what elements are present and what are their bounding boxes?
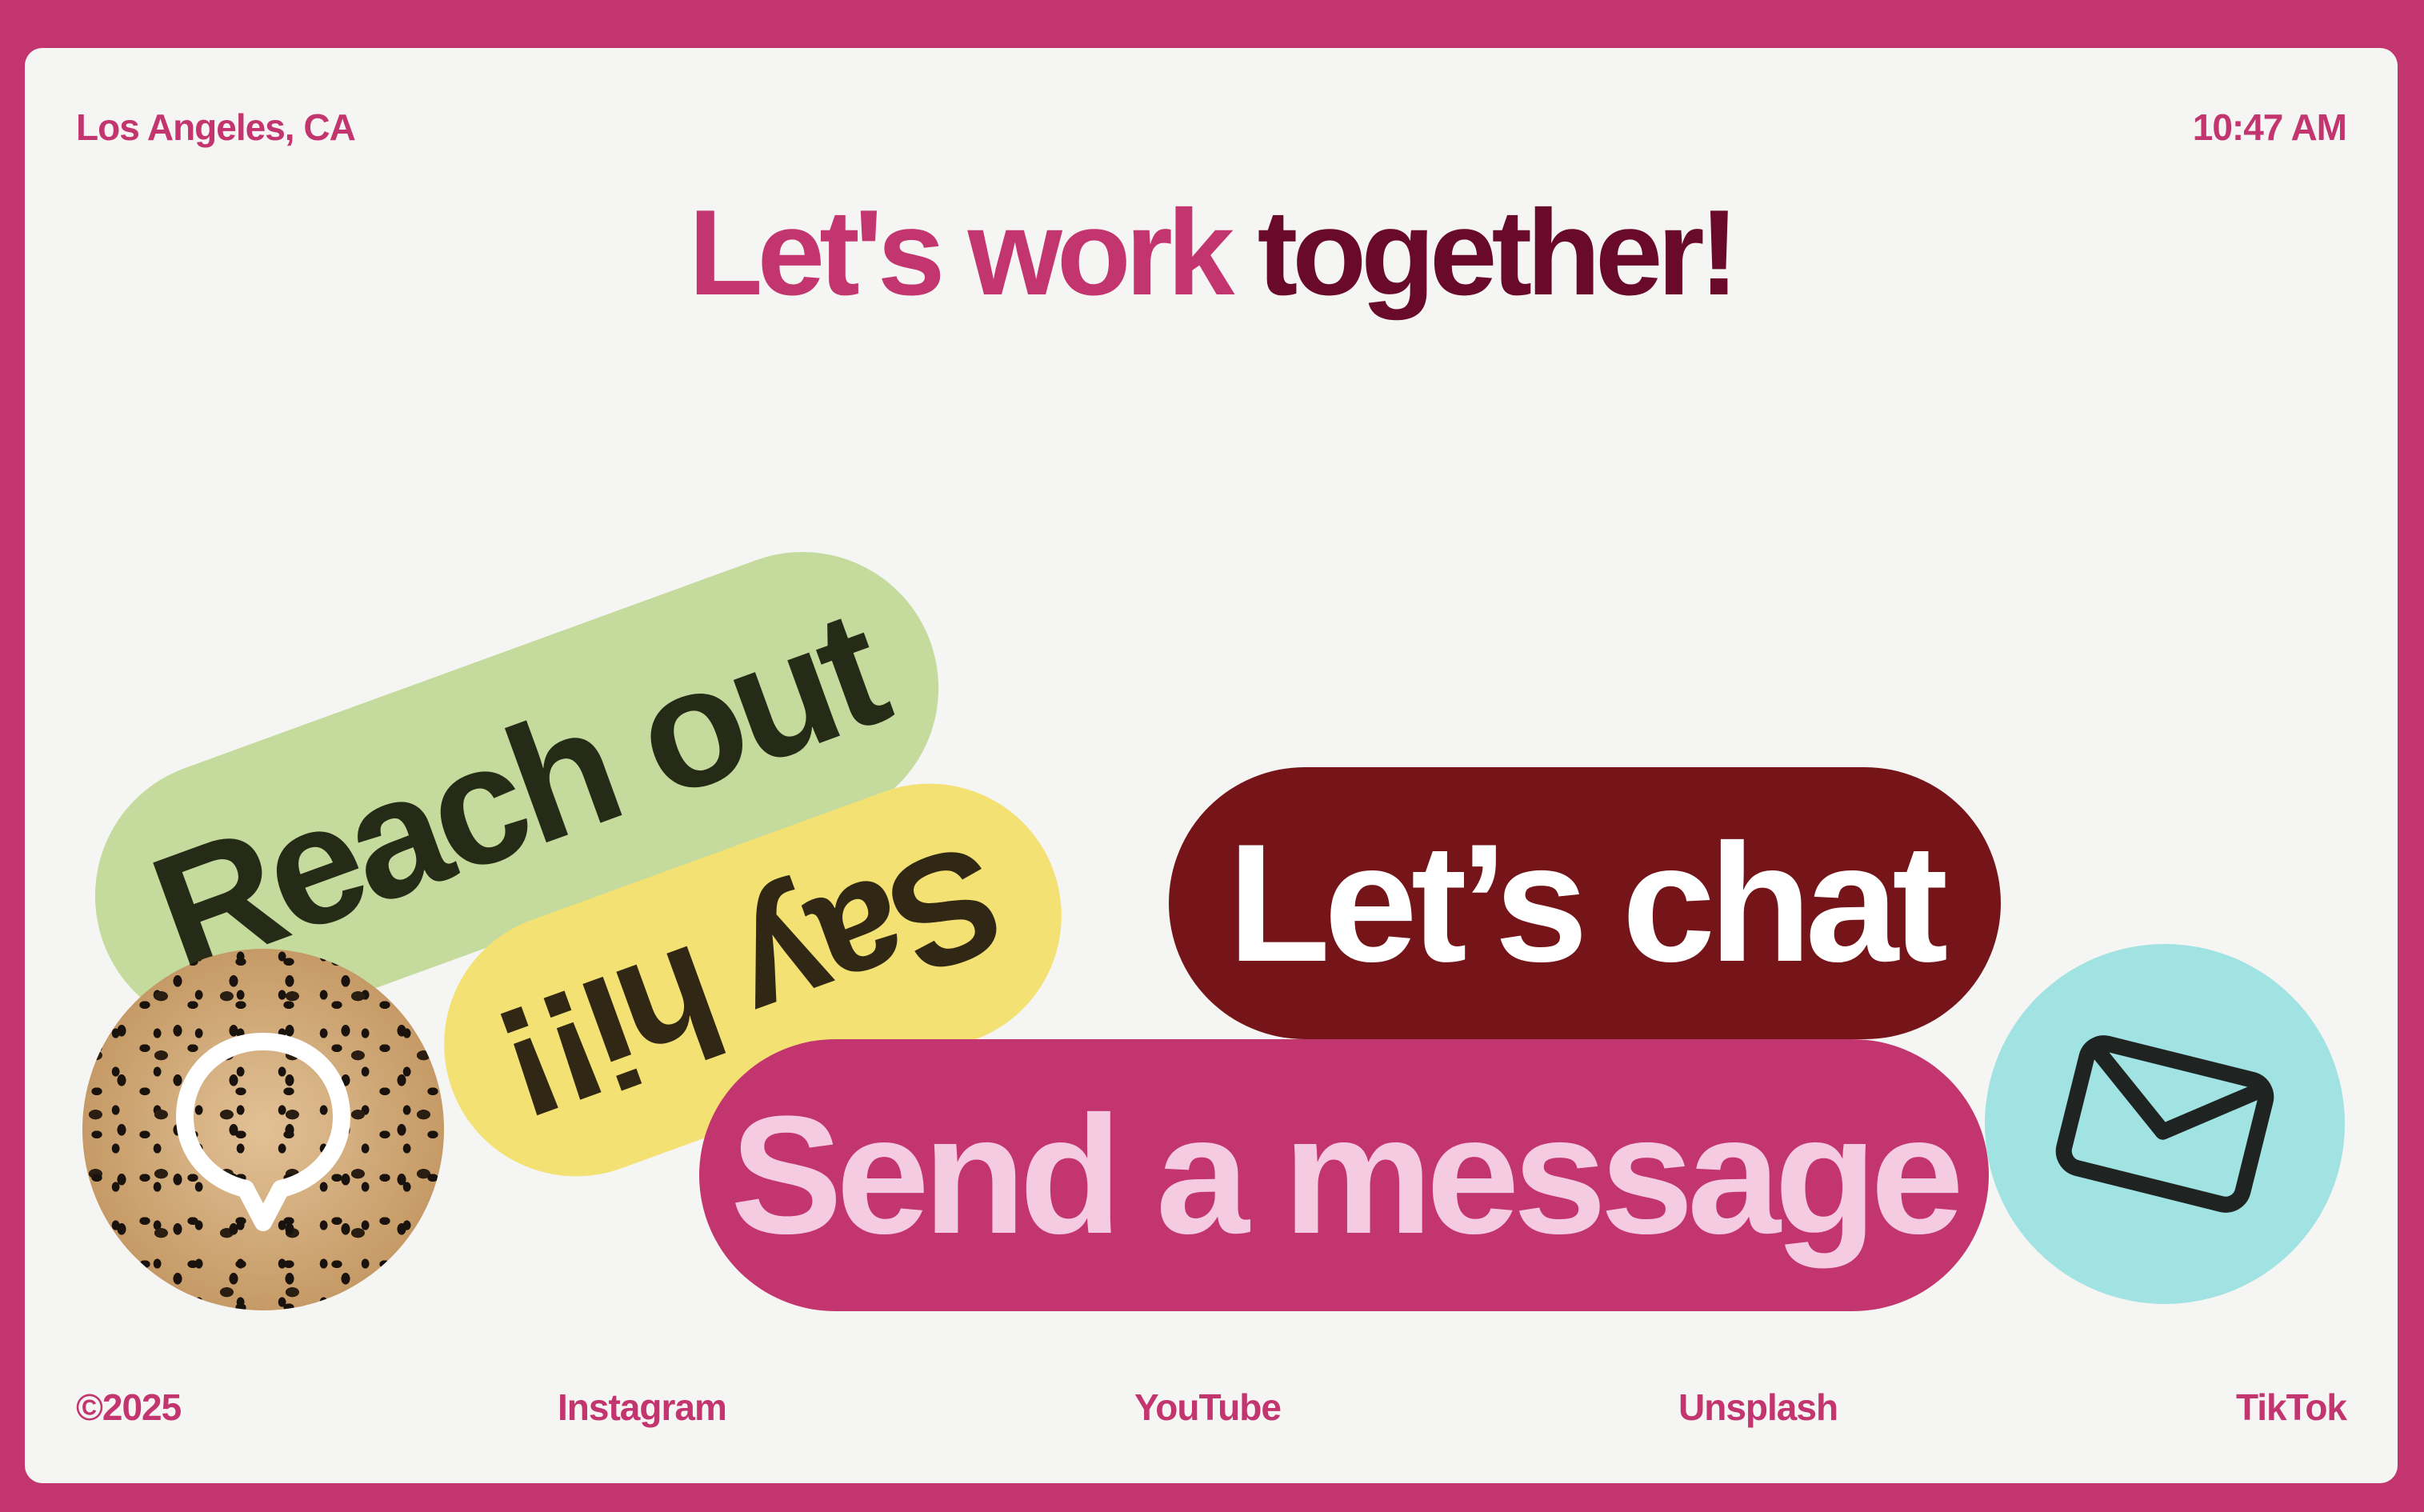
copyright-label: ©2025 <box>76 1386 182 1428</box>
clock-label: 10:47 AM <box>2192 106 2347 148</box>
footer-link-instagram[interactable]: Instagram <box>558 1386 727 1429</box>
page-frame: Los Angeles, CA 10:47 AM Let's work toge… <box>25 48 2398 1483</box>
location-label: Los Angeles, CA <box>76 106 356 148</box>
email-button[interactable] <box>1985 944 2345 1304</box>
page-title: Let's work together! <box>25 192 2398 314</box>
chat-bubble-icon <box>176 1033 350 1231</box>
send-message-button[interactable]: Send a message <box>699 1039 1989 1311</box>
chat-bubble-button[interactable] <box>82 949 444 1310</box>
title-part-1: Let's work <box>688 185 1235 321</box>
footer-link-unsplash[interactable]: Unsplash <box>1678 1386 1838 1429</box>
lets-chat-button[interactable]: Let’s chat <box>1169 767 2001 1039</box>
footer-link-tiktok[interactable]: TikTok <box>2236 1386 2347 1429</box>
footer-link-youtube[interactable]: YouTube <box>1134 1386 1282 1429</box>
title-part-2: together! <box>1257 185 1740 321</box>
envelope-icon <box>2055 1035 2274 1213</box>
